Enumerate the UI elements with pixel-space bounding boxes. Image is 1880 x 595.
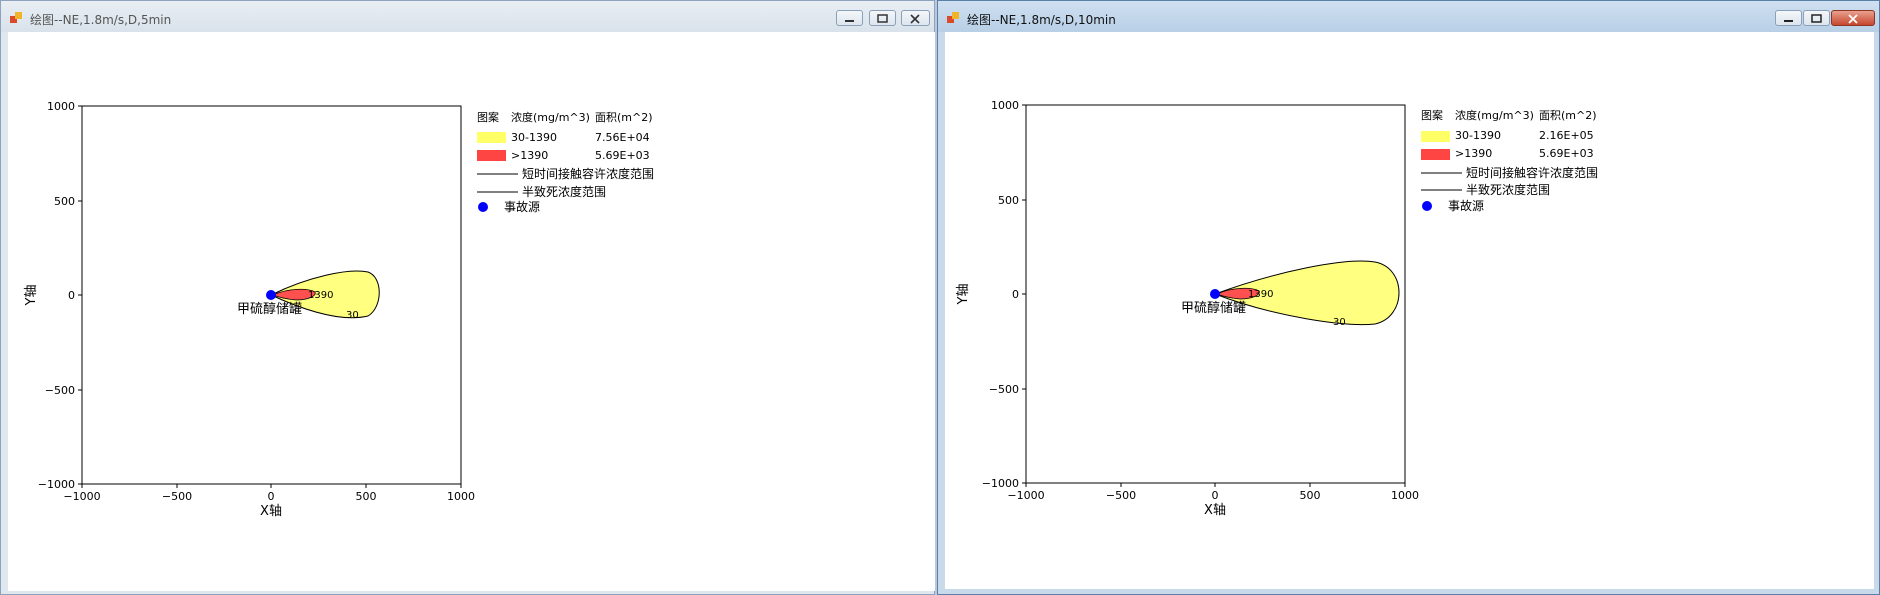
y-axis-label: Y轴 — [956, 284, 971, 306]
legend-source-marker — [478, 202, 488, 212]
plot-window-10min: 绘图--NE,1.8m/s,D,10min −1000 −500 0 500 1… — [937, 0, 1880, 595]
legend-line-label: 半致死浓度范围 — [1466, 182, 1550, 197]
outer-contour-label: 30 — [346, 310, 359, 321]
x-tick-label: 500 — [1300, 489, 1321, 502]
legend-source-marker — [1422, 201, 1432, 211]
legend-header-area: 面积(m^2) — [1539, 109, 1597, 122]
legend-area: 5.69E+03 — [595, 149, 650, 162]
minimize-icon — [845, 20, 854, 22]
y-tick-label: 0 — [68, 289, 75, 302]
x-tick-label: −500 — [162, 490, 192, 503]
y-tick-label: −500 — [989, 383, 1019, 396]
source-label: 甲硫醇储罐 — [237, 301, 302, 317]
legend-line-label: 半致死浓度范围 — [522, 184, 606, 199]
x-tick-label: 1000 — [1391, 489, 1419, 502]
plot-canvas: −1000 −500 0 500 1000 1000 500 0 −500 −1… — [8, 32, 935, 591]
minimize-icon — [1784, 20, 1793, 22]
close-icon — [910, 14, 920, 24]
legend-swatch-red — [477, 150, 506, 161]
maximize-button[interactable] — [869, 10, 896, 26]
legend-header-concentration: 浓度(mg/m^3) — [1455, 108, 1534, 122]
x-tick-label: 500 — [356, 490, 377, 503]
x-tick-label: −500 — [1106, 489, 1136, 502]
source-label: 甲硫醇储罐 — [1181, 300, 1246, 316]
x-tick-label: −1000 — [1007, 489, 1044, 502]
app-icon — [10, 12, 22, 23]
y-tick-label: 1000 — [991, 99, 1019, 112]
source-marker — [1210, 289, 1220, 299]
source-marker — [266, 290, 276, 300]
x-tick-label: 0 — [268, 490, 275, 503]
window-title: 绘图--NE,1.8m/s,D,5min — [30, 13, 172, 27]
legend-line-label: 短时间接触容许浓度范围 — [1466, 165, 1598, 180]
legend-header-pattern: 图案 — [477, 110, 499, 124]
restore-icon — [877, 14, 888, 23]
x-tick-label: 1000 — [447, 490, 475, 503]
y-tick-label: −500 — [45, 384, 75, 397]
restore-icon — [1811, 14, 1822, 23]
y-tick-label: 1000 — [47, 100, 75, 113]
legend-swatch-yellow — [1421, 131, 1450, 142]
legend-line-label: 短时间接触容许浓度范围 — [522, 166, 654, 181]
outer-contour-label: 30 — [1333, 317, 1346, 328]
x-tick-label: −1000 — [63, 490, 100, 503]
legend-header-area: 面积(m^2) — [595, 111, 653, 124]
y-axis-label: Y轴 — [24, 285, 39, 307]
y-tick-label: −1000 — [982, 477, 1019, 490]
x-axis-label: X轴 — [260, 504, 282, 519]
y-tick-label: −1000 — [38, 478, 75, 491]
y-tick-label: 500 — [54, 195, 75, 208]
legend-source-label: 事故源 — [1448, 198, 1484, 213]
minimize-button[interactable] — [1775, 10, 1802, 26]
maximize-button[interactable] — [1803, 10, 1830, 26]
legend-area: 2.16E+05 — [1539, 129, 1594, 142]
legend: 图案 浓度(mg/m^3) 面积(m^2) 30-1390 7.56E+04 >… — [477, 110, 654, 214]
title-bar[interactable]: 绘图--NE,1.8m/s,D,5min — [1, 1, 934, 32]
legend-swatch-red — [1421, 149, 1450, 160]
legend: 图案 浓度(mg/m^3) 面积(m^2) 30-1390 2.16E+05 >… — [1421, 108, 1598, 213]
legend-source-label: 事故源 — [504, 199, 540, 214]
app-icon — [947, 12, 959, 23]
close-button[interactable] — [901, 10, 930, 26]
legend-area: 7.56E+04 — [595, 131, 650, 144]
x-axis-label: X轴 — [1204, 503, 1226, 518]
window-title: 绘图--NE,1.8m/s,D,10min — [967, 13, 1116, 27]
title-bar[interactable]: 绘图--NE,1.8m/s,D,10min — [938, 1, 1879, 32]
plot-window-5min: 绘图--NE,1.8m/s,D,5min −1000 −500 0 500 10… — [0, 0, 935, 595]
legend-range: >1390 — [1455, 147, 1492, 160]
legend-header-pattern: 图案 — [1421, 108, 1443, 122]
inner-contour-label: 1390 — [308, 290, 333, 301]
legend-range: >1390 — [511, 149, 548, 162]
close-button[interactable] — [1831, 10, 1875, 26]
legend-header-concentration: 浓度(mg/m^3) — [511, 110, 590, 124]
legend-range: 30-1390 — [511, 131, 557, 144]
minimize-button[interactable] — [836, 10, 863, 26]
y-tick-label: 0 — [1012, 288, 1019, 301]
close-icon — [1848, 14, 1858, 24]
x-tick-label: 0 — [1212, 489, 1219, 502]
y-tick-label: 500 — [998, 194, 1019, 207]
legend-area: 5.69E+03 — [1539, 147, 1594, 160]
plot-canvas: −1000 −500 0 500 1000 1000 500 0 −500 −1… — [945, 32, 1874, 589]
inner-contour-label: 1390 — [1248, 289, 1273, 300]
legend-swatch-yellow — [477, 132, 506, 143]
legend-range: 30-1390 — [1455, 129, 1501, 142]
